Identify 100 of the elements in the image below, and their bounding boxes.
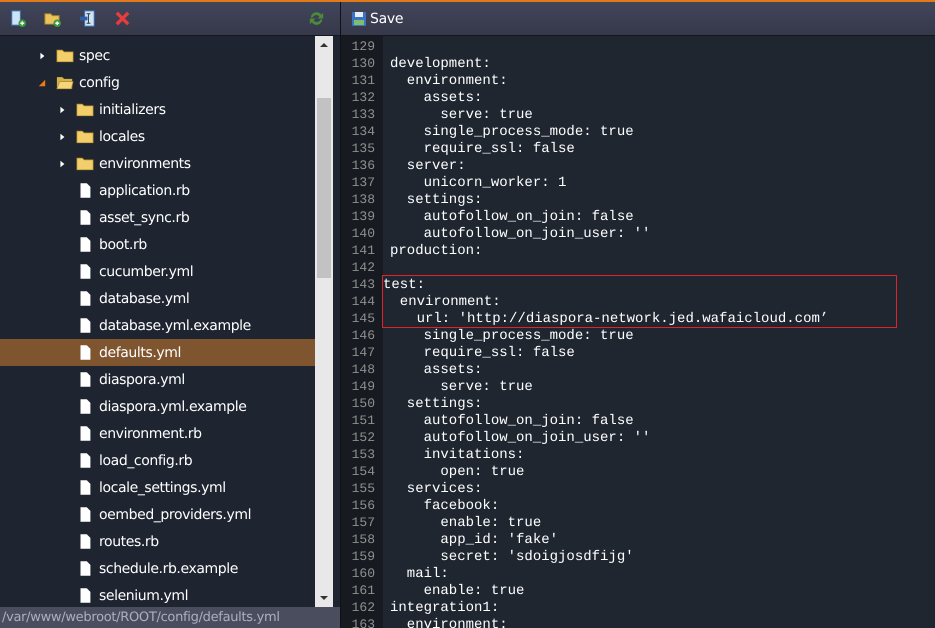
scroll-up-icon[interactable] — [319, 40, 329, 50]
tree-item[interactable]: environment.rb — [0, 420, 315, 447]
tree-item[interactable]: config — [0, 69, 315, 96]
code-line: integration1: — [390, 600, 500, 616]
line-number: 157 — [350, 515, 375, 530]
code-line: require_ssl: false — [422, 344, 575, 360]
tree-item[interactable]: defaults.yml — [0, 339, 315, 366]
line-number: 148 — [350, 362, 375, 377]
code-line: facebook: — [422, 498, 500, 514]
scrollbar-thumb[interactable] — [317, 98, 331, 278]
code-line: autofollow_on_join_user: '' — [422, 226, 650, 242]
line-number: 150 — [350, 396, 375, 411]
code-line: test: — [383, 276, 426, 292]
line-number: 140 — [350, 226, 375, 241]
line-number: 144 — [350, 294, 375, 309]
line-number: 146 — [350, 328, 375, 343]
delete-icon[interactable] — [113, 9, 132, 28]
line-number: 161 — [350, 583, 375, 598]
tree-item[interactable]: spec — [0, 42, 315, 69]
line-number: 145 — [350, 311, 375, 326]
line-number: 149 — [350, 379, 375, 394]
line-number: 138 — [350, 192, 375, 207]
line-number: 135 — [350, 141, 375, 156]
line-number: 163 — [350, 617, 375, 628]
expanded-arrow-icon[interactable] — [38, 78, 46, 86]
tree-item[interactable]: locales — [0, 123, 315, 150]
collapsed-arrow-icon[interactable] — [58, 106, 66, 114]
tree-item[interactable]: selenium.yml — [0, 582, 315, 607]
code-line: single_process_mode: true — [422, 124, 634, 140]
code-line: autofollow_on_join: false — [422, 208, 634, 224]
line-number: 159 — [350, 549, 375, 564]
scroll-down-icon[interactable] — [319, 593, 329, 603]
tree-item[interactable]: initializers — [0, 96, 315, 123]
tree-item[interactable]: oembed_providers.yml — [0, 501, 315, 528]
tree-item[interactable]: database.yml — [0, 285, 315, 312]
scrollbar[interactable] — [315, 36, 333, 607]
code-line: development: — [390, 56, 491, 72]
code-line: autofollow_on_join_user: '' — [422, 430, 650, 446]
line-number: 147 — [350, 345, 375, 360]
code-line: mail: — [406, 566, 449, 582]
code-line: settings: — [406, 396, 482, 412]
folder-icon[interactable] — [76, 129, 94, 144]
code-line: url: 'http://diaspora-network.jed.wafaicloud.com’ — [416, 310, 828, 326]
line-number: 162 — [350, 600, 375, 615]
code-line: unicorn_worker: 1 — [422, 174, 566, 190]
code-line: enable: true — [439, 514, 542, 530]
tree-item[interactable]: load_config.rb — [0, 447, 315, 474]
line-number: 151 — [350, 413, 375, 428]
folder-icon[interactable] — [56, 48, 74, 63]
refresh-icon[interactable] — [307, 9, 326, 28]
line-number: 153 — [350, 447, 375, 462]
line-number: 158 — [350, 532, 375, 547]
collapsed-arrow-icon[interactable] — [38, 52, 46, 60]
code-line: enable: true — [422, 582, 524, 598]
line-number: 143 — [350, 277, 375, 292]
tree-item[interactable]: routes.rb — [0, 528, 315, 555]
line-number: 141 — [350, 243, 375, 258]
tree-item[interactable]: database.yml.example — [0, 312, 315, 339]
tree-item[interactable]: diaspora.yml.example — [0, 393, 315, 420]
line-number: 137 — [350, 175, 375, 190]
code-line: app_id: 'fake' — [439, 532, 558, 548]
folder-icon[interactable] — [76, 102, 94, 117]
tree-item[interactable]: schedule.rb.example — [0, 555, 315, 582]
code-line: open: true — [439, 464, 524, 480]
code-line: serve: true — [439, 106, 533, 122]
tree-item[interactable]: application.rb — [0, 177, 315, 204]
line-number: 152 — [350, 430, 375, 445]
code-line: environment: — [406, 616, 508, 628]
folder-icon[interactable] — [56, 75, 74, 90]
code-line: invitations: — [422, 446, 524, 462]
line-number: 136 — [350, 158, 375, 173]
code-line: settings: — [406, 192, 482, 208]
line-number: 142 — [350, 260, 375, 275]
line-number: 129 — [350, 39, 375, 54]
tree-item[interactable]: cucumber.yml — [0, 258, 315, 285]
tree-item[interactable]: diaspora.yml — [0, 366, 315, 393]
tree-item[interactable]: asset_sync.rb — [0, 204, 315, 231]
save-button[interactable]: Save — [349, 8, 406, 28]
line-number: 131 — [350, 73, 375, 88]
code-line: autofollow_on_join: false — [422, 412, 634, 428]
code-line: environment: — [406, 72, 508, 88]
line-number: 130 — [350, 56, 375, 71]
code-line: services: — [406, 480, 482, 496]
code-line: assets: — [422, 90, 482, 106]
code-line: serve: true — [439, 378, 533, 394]
code-line: single_process_mode: true — [422, 328, 634, 344]
line-number: 155 — [350, 481, 375, 496]
file-path: /var/www/webroot/ROOT/config/defaults.yml — [0, 607, 340, 628]
file-edit-icon[interactable] — [78, 9, 97, 28]
folder-icon[interactable] — [76, 156, 94, 171]
collapsed-arrow-icon[interactable] — [58, 160, 66, 168]
code-line: production: — [390, 242, 482, 258]
code-line: require_ssl: false — [422, 140, 575, 156]
collapsed-arrow-icon[interactable] — [58, 132, 66, 140]
code-line: server: — [406, 158, 466, 174]
tree-item[interactable]: boot.rb — [0, 231, 315, 258]
line-number: 132 — [350, 90, 375, 105]
code-line: environment: — [398, 294, 501, 310]
tree-item[interactable]: locale_settings.yml — [0, 474, 315, 501]
tree-item[interactable]: environments — [0, 150, 315, 177]
